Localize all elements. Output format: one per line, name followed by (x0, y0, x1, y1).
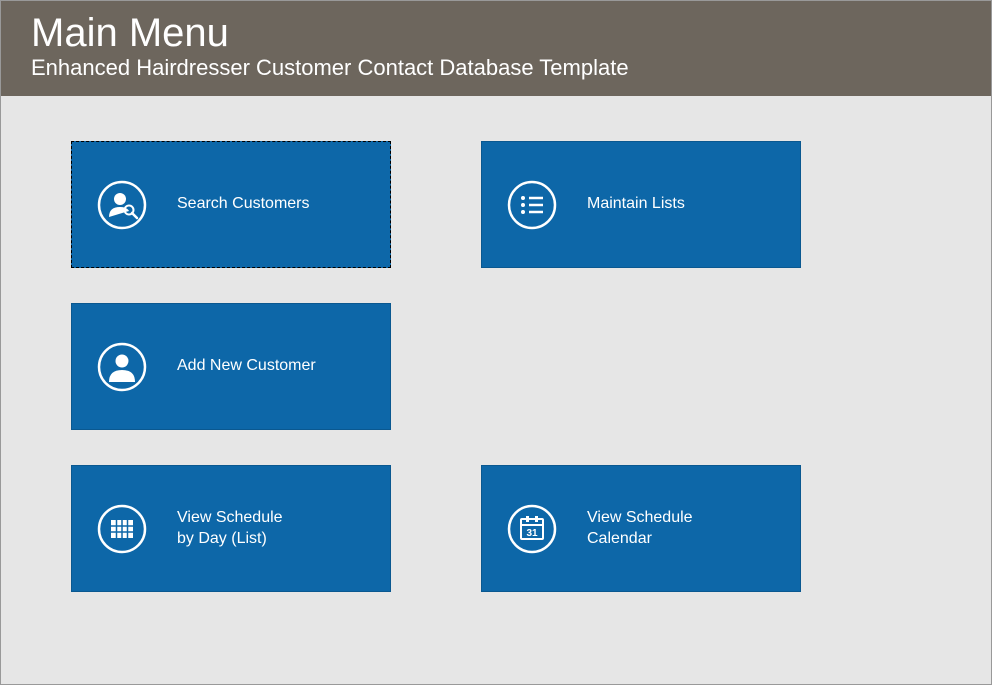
person-icon (97, 342, 147, 392)
empty-cell (481, 303, 801, 430)
tile-label: Add New Customer (177, 356, 316, 377)
search-person-icon (97, 180, 147, 230)
tile-label: View Schedule by Day (List) (177, 508, 283, 550)
schedule-calendar-tile[interactable]: 31 View Schedule Calendar (481, 465, 801, 592)
calendar-date-icon: 31 (507, 504, 557, 554)
tile-label: View Schedule Calendar (587, 508, 693, 550)
calendar-grid-icon (97, 504, 147, 554)
main-content: Search Customers Maintain Lists (1, 96, 991, 637)
tile-label: Maintain Lists (587, 194, 685, 215)
add-customer-tile[interactable]: Add New Customer (71, 303, 391, 430)
header-bar: Main Menu Enhanced Hairdresser Customer … (1, 1, 991, 96)
maintain-lists-tile[interactable]: Maintain Lists (481, 141, 801, 268)
tile-label: Search Customers (177, 194, 310, 215)
search-customers-tile[interactable]: Search Customers (71, 141, 391, 268)
svg-text:31: 31 (526, 528, 538, 539)
page-title: Main Menu (31, 11, 961, 55)
page-subtitle: Enhanced Hairdresser Customer Contact Da… (31, 55, 961, 81)
tile-grid: Search Customers Maintain Lists (71, 141, 921, 592)
schedule-by-day-tile[interactable]: View Schedule by Day (List) (71, 465, 391, 592)
list-icon (507, 180, 557, 230)
